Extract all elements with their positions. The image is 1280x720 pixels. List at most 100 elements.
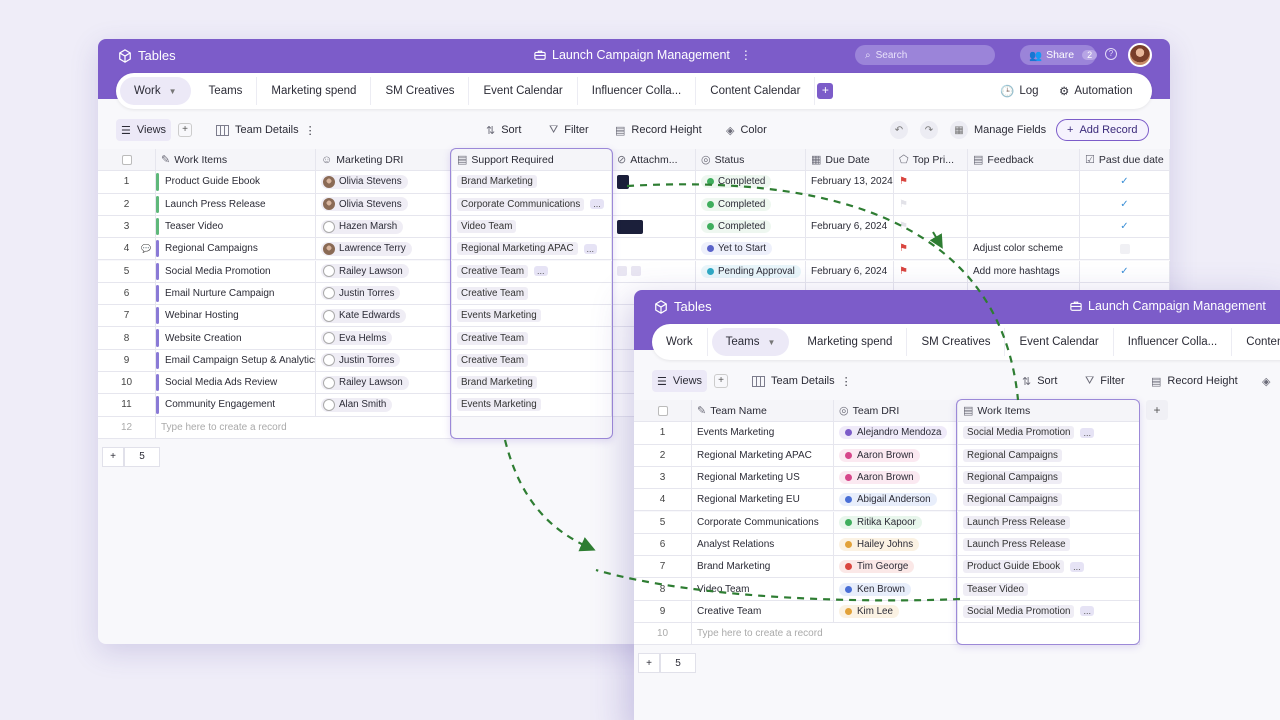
search-input[interactable]: ⌕ Search [855,45,995,65]
attachment-cell[interactable] [612,215,696,239]
column-header[interactable]: ✎ Work Items [156,149,316,172]
work-item-cell[interactable]: Webinar Hosting [156,305,316,328]
tab-marketing-spend[interactable]: Marketing spend [257,77,372,105]
work-items-cell[interactable]: Social Media Promotion... [958,600,1140,623]
table-row[interactable]: 2 Regional Marketing APAC Aaron Brown Regio… [634,444,1140,467]
app-brand[interactable]: Tables [118,48,176,63]
support-required-cell[interactable]: Creative Team [452,327,612,350]
add-column-button[interactable]: + [1146,400,1168,420]
document-title[interactable]: Launch Campaign Management ⋮ [1070,299,1280,313]
add-row-button[interactable]: + [638,653,660,674]
filter-button[interactable]: ⛛ Filter [1085,370,1125,392]
app-brand[interactable]: Tables [654,299,712,314]
work-item-cell[interactable]: Launch Press Release [156,193,316,216]
status-cell[interactable]: Pending Approval [696,260,806,283]
flag-icon[interactable]: ⚑ [899,176,908,187]
column-header[interactable]: ◎ Status [696,149,806,172]
status-badge[interactable]: Completed [701,197,772,211]
due-date-cell[interactable]: February 13, 2024 [806,171,894,194]
log-button[interactable]: 🕒 Log [1000,84,1039,98]
attachment-thumbnail[interactable] [617,174,629,189]
redo-button[interactable]: ↷ [920,119,938,141]
marketing-dri-cell[interactable]: Olivia Stevens [316,193,452,216]
person-chip[interactable]: Alejandro Mendoza [839,426,948,440]
table-row[interactable]: 3 Regional Marketing US Aaron Brown Regiona… [634,466,1140,490]
tab-teams[interactable]: Teams ▼ [711,328,790,356]
work-item-cell[interactable]: Email Campaign Setup & Analytics [156,349,316,372]
status-cell[interactable]: Yet to Start [696,238,806,261]
support-required-cell[interactable]: Creative Team [452,349,612,372]
new-record-work-items[interactable] [958,623,1140,646]
table-row[interactable]: 8 Video Team Ken Brown Teaser Video [634,578,1140,601]
work-item-cell[interactable]: Email Nurture Campaign [156,282,316,306]
feedback-cell[interactable] [968,215,1080,239]
table-row[interactable]: 7 Brand Marketing Tim George Product Guide … [634,556,1140,579]
add-tab-button[interactable]: + [817,83,834,99]
help-icon[interactable]: ? [1105,48,1117,60]
support-required-cell[interactable]: Creative Team [452,282,612,306]
manage-fields-button[interactable]: ▦ Manage Fields [950,119,1046,141]
work-item-cell[interactable]: Product Guide Ebook [156,171,316,194]
table-row[interactable]: 4 Regional Marketing EU Abigail Anderson Re… [634,489,1140,512]
team-name-cell[interactable]: Creative Team [692,600,834,623]
person-chip[interactable]: Aaron Brown [839,448,920,462]
add-record-button[interactable]: + Add Record [1056,119,1149,141]
record-height-button[interactable]: ▤ Record Height [615,119,702,141]
table-row[interactable]: 9 Creative Team Kim Lee Social Media Promot… [634,600,1140,623]
marketing-dri-cell[interactable]: Justin Torres [316,282,452,306]
person-chip[interactable]: Justin Torres [321,286,401,301]
status-badge[interactable]: Completed [701,220,772,234]
team-dri-cell[interactable]: Ritika Kapoor [834,511,958,534]
share-button[interactable]: 👥 Share 2 [1020,45,1098,65]
person-chip[interactable]: Railey Lawson [321,264,409,279]
checkmark-icon[interactable]: ✓ [1120,199,1128,210]
work-item-cell[interactable]: Regional Campaigns [156,238,316,261]
marketing-dri-cell[interactable]: Railey Lawson [316,260,452,283]
team-name-cell[interactable]: Video Team [692,578,834,601]
tab-work[interactable]: Work [652,328,708,356]
table-row[interactable]: 1 Product Guide Ebook Olivia Stevens Brand … [98,171,1170,194]
new-record-row[interactable]: 12 Type here to create a record [98,416,452,439]
status-cell[interactable]: Completed [696,193,806,216]
column-header[interactable]: ▤ Support Required [452,149,612,172]
support-required-cell[interactable]: Brand Marketing [452,372,612,395]
past-due-cell[interactable]: ✓ [1080,260,1170,283]
checkmark-icon[interactable]: ✓ [1120,266,1128,277]
work-item-cell[interactable]: Social Media Promotion [156,260,316,283]
tab-marketing-spend[interactable]: Marketing spend [793,328,908,356]
person-chip[interactable]: Abigail Anderson [839,493,937,507]
checkmark-icon[interactable]: ✓ [1120,176,1128,187]
marketing-dri-cell[interactable]: Justin Torres [316,349,452,372]
team-dri-cell[interactable]: Hailey Johns [834,533,958,557]
view-selector[interactable]: Team Details ⋮ [752,370,852,392]
tab-event-calendar[interactable]: Event Calendar [1005,328,1114,356]
flag-icon[interactable]: ⚑ [899,221,908,232]
status-badge[interactable]: Pending Approval [701,264,801,278]
person-chip[interactable]: Ritika Kapoor [839,515,922,529]
tab-content-calendar[interactable]: Content [1232,328,1280,356]
person-chip[interactable]: Kate Edwards [321,308,406,323]
comment-icon[interactable]: 💬 [141,244,151,253]
past-due-cell[interactable]: ✓ [1080,215,1170,239]
work-items-cell[interactable]: Launch Press Release [958,533,1140,557]
top-priority-cell[interactable]: ⚑ [894,215,968,239]
work-items-cell[interactable]: Social Media Promotion... [958,422,1140,445]
feedback-cell[interactable] [968,171,1080,194]
filter-button[interactable]: ⛛ Filter [549,119,589,141]
table-row[interactable]: 1 Events Marketing Alejandro Mendoza Social… [634,422,1140,445]
team-dri-cell[interactable]: Aaron Brown [834,444,958,467]
empty-checkbox[interactable] [1119,243,1130,254]
team-name-cell[interactable]: Analyst Relations [692,533,834,557]
team-name-cell[interactable]: Corporate Communications [692,511,834,534]
team-dri-cell[interactable]: Alejandro Mendoza [834,422,958,445]
new-record-row[interactable]: 10 Type here to create a record [634,623,1140,646]
past-due-cell[interactable] [1080,238,1170,261]
person-chip[interactable]: Aaron Brown [839,471,920,485]
person-chip[interactable]: Eva Helms [321,331,393,346]
select-all-cell[interactable] [98,149,156,172]
status-cell[interactable]: Completed [696,215,806,239]
table-row[interactable]: 3 Teaser Video Hazen Marsh Video Team Comple… [98,215,1170,239]
column-header[interactable]: ▤ Feedback [968,149,1080,172]
team-dri-cell[interactable]: Aaron Brown [834,466,958,490]
new-record-input[interactable]: Type here to create a record [156,416,452,439]
